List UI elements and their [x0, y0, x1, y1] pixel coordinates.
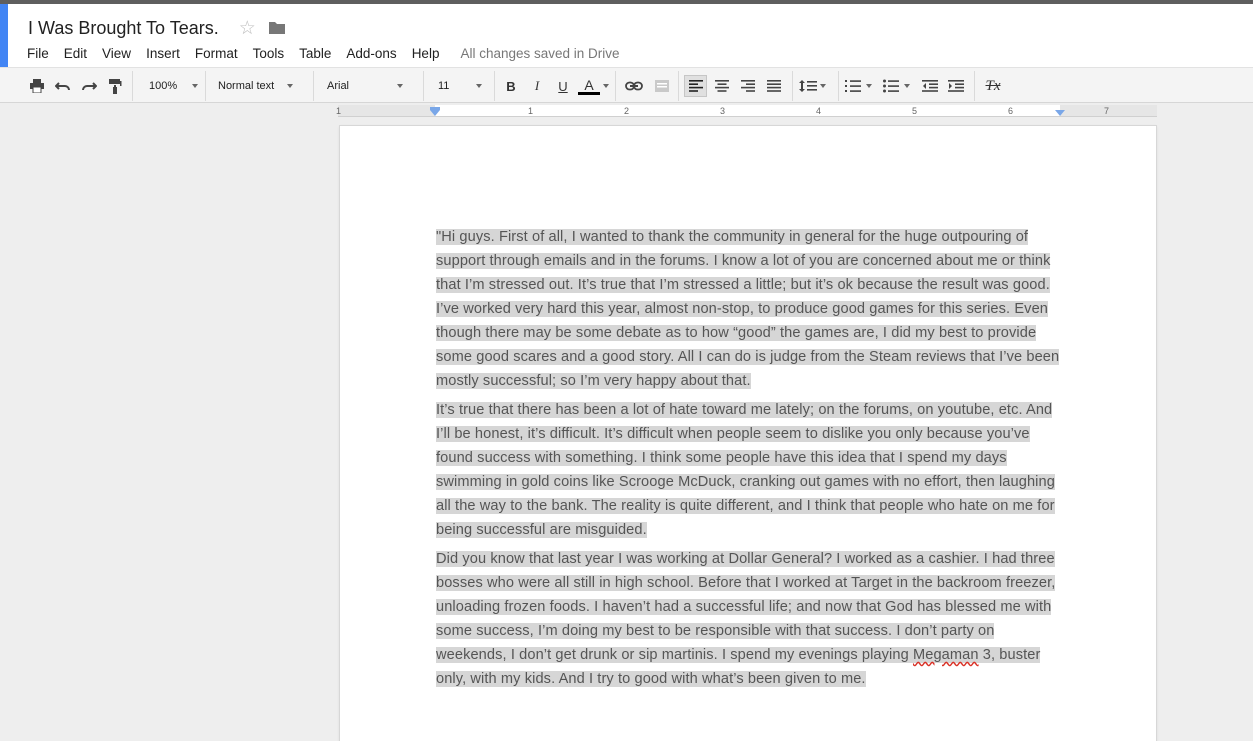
- ruler: 1 1 2 3 4 5 6 7: [0, 103, 1253, 119]
- increase-indent-button[interactable]: [946, 75, 966, 97]
- line-spacing-button[interactable]: [799, 75, 831, 97]
- comment-icon[interactable]: [652, 75, 672, 97]
- increase-indent-icon: [948, 80, 964, 92]
- ruler-label: 4: [816, 106, 822, 116]
- ruler-label: 2: [624, 106, 630, 116]
- underline-button[interactable]: U: [554, 75, 572, 97]
- menu-format[interactable]: Format: [195, 46, 238, 61]
- chevron-down-icon: [397, 84, 404, 88]
- zoom-value: 100%: [149, 80, 178, 92]
- toolbar-separator: [678, 71, 679, 101]
- chevron-down-icon: [866, 84, 872, 88]
- chevron-down-icon: [476, 84, 483, 88]
- italic-button[interactable]: I: [528, 75, 546, 97]
- paragraph-text: "Hi guys. First of all, I wanted to than…: [436, 229, 1060, 389]
- menu-bar: File Edit View Insert Format Tools Table…: [27, 44, 620, 62]
- ruler-label: 3: [720, 106, 726, 116]
- title-row: I Was Brought To Tears. ☆: [28, 16, 286, 40]
- chevron-down-icon: [603, 84, 609, 88]
- undo-icon[interactable]: [54, 75, 72, 97]
- ruler-label: 1: [528, 106, 534, 116]
- ruler-bar[interactable]: 1 1 2 3 4 5 6 7: [336, 105, 1157, 117]
- font-size-select[interactable]: 11: [438, 75, 488, 97]
- document-page: "Hi guys. First of all, I wanted to than…: [340, 126, 1156, 741]
- paint-format-icon[interactable]: [106, 75, 124, 97]
- right-indent-handle[interactable]: [1055, 110, 1065, 116]
- menu-table[interactable]: Table: [299, 46, 331, 61]
- justify-button[interactable]: [763, 75, 785, 97]
- chevron-down-icon: [820, 84, 826, 88]
- menu-file[interactable]: File: [27, 46, 49, 61]
- chevron-down-icon: [904, 84, 910, 88]
- paragraph-text: It’s true that there has been a lot of h…: [436, 402, 1055, 538]
- left-indent-handle[interactable]: [430, 110, 440, 116]
- ruler-label: 6: [1008, 106, 1014, 116]
- text-color-button[interactable]: A: [578, 75, 609, 97]
- chevron-down-icon: [192, 84, 199, 88]
- style-select[interactable]: Normal text: [218, 75, 304, 97]
- line-spacing-icon: [799, 80, 817, 92]
- document-title[interactable]: I Was Brought To Tears.: [28, 18, 219, 39]
- link-icon[interactable]: [624, 75, 644, 97]
- text-color-icon: A: [578, 78, 600, 95]
- decrease-indent-icon: [922, 80, 938, 92]
- font-size-value: 11: [438, 80, 450, 92]
- folder-icon[interactable]: [268, 20, 286, 36]
- toolbar-separator: [205, 71, 206, 101]
- bulleted-list-icon: [883, 79, 899, 93]
- toolbar-separator: [615, 71, 616, 101]
- paragraph-text: Did you know that last year I was workin…: [436, 551, 1056, 687]
- document-body[interactable]: "Hi guys. First of all, I wanted to than…: [436, 225, 1060, 696]
- toolbar-separator: [792, 71, 793, 101]
- bulleted-list-button[interactable]: [883, 75, 915, 97]
- clear-formatting-button[interactable]: Tx: [982, 75, 1004, 97]
- align-left-icon: [688, 80, 703, 92]
- numbered-list-icon: [845, 80, 861, 92]
- align-right-icon: [741, 80, 755, 92]
- ruler-label: 7: [1104, 106, 1110, 116]
- decrease-indent-button[interactable]: [920, 75, 940, 97]
- star-icon[interactable]: ☆: [239, 19, 256, 38]
- toolbar-separator: [313, 71, 314, 101]
- chevron-down-icon: [287, 84, 294, 88]
- paragraph: "Hi guys. First of all, I wanted to than…: [436, 225, 1060, 393]
- toolbar-separator: [494, 71, 495, 101]
- ruler-label: 5: [912, 106, 918, 116]
- misspelled-word[interactable]: Megaman: [913, 647, 979, 663]
- zoom-select[interactable]: 100%: [149, 75, 199, 97]
- menu-tools[interactable]: Tools: [253, 46, 285, 61]
- toolbar-separator: [974, 71, 975, 101]
- text-color-glyph: A: [584, 76, 594, 93]
- align-center-button[interactable]: [711, 75, 733, 97]
- justify-icon: [767, 80, 781, 92]
- align-right-button[interactable]: [737, 75, 759, 97]
- paragraph: It’s true that there has been a lot of h…: [436, 398, 1060, 542]
- formatting-toolbar: 100% Normal text Arial 11 B I U A Tx: [0, 67, 1253, 103]
- document-header: I Was Brought To Tears. ☆ File Edit View…: [0, 4, 1253, 67]
- redo-icon[interactable]: [80, 75, 98, 97]
- menu-add-ons[interactable]: Add-ons: [346, 46, 396, 61]
- brand-strip: [0, 4, 8, 67]
- menu-edit[interactable]: Edit: [64, 46, 87, 61]
- numbered-list-button[interactable]: [845, 75, 877, 97]
- print-icon[interactable]: [28, 75, 46, 97]
- font-value: Arial: [327, 80, 350, 92]
- toolbar-separator: [838, 71, 839, 101]
- align-center-icon: [715, 80, 729, 92]
- bold-button[interactable]: B: [502, 75, 520, 97]
- toolbar-separator: [132, 71, 133, 101]
- style-value: Normal text: [218, 80, 275, 92]
- ruler-left-margin: [338, 105, 435, 116]
- align-left-button[interactable]: [684, 75, 707, 97]
- ruler-label: 1: [336, 106, 342, 116]
- menu-insert[interactable]: Insert: [146, 46, 180, 61]
- toolbar-separator: [423, 71, 424, 101]
- text-color-swatch: [578, 91, 600, 95]
- paragraph: Did you know that last year I was workin…: [436, 547, 1060, 691]
- font-select[interactable]: Arial: [327, 75, 413, 97]
- save-status[interactable]: All changes saved in Drive: [460, 46, 619, 61]
- menu-help[interactable]: Help: [412, 46, 440, 61]
- menu-view[interactable]: View: [102, 46, 131, 61]
